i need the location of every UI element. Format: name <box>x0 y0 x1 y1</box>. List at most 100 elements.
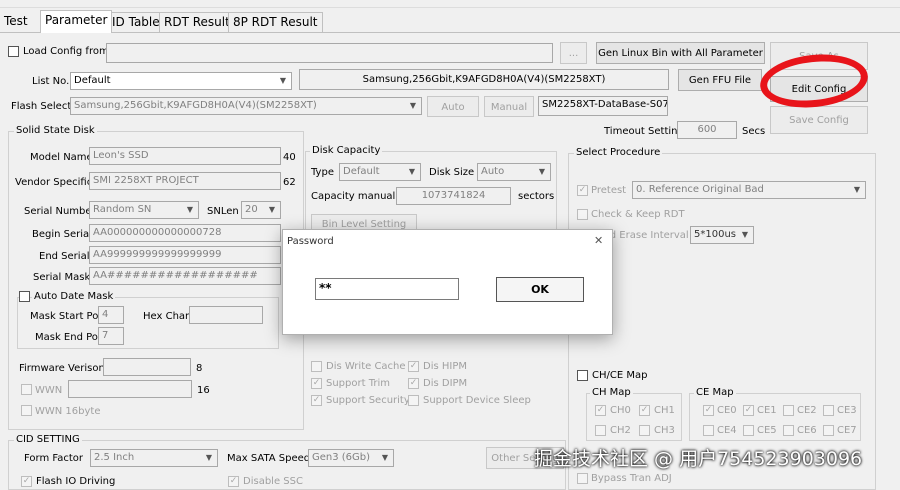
dis-dipm-checkbox[interactable]: ✓ <box>408 378 419 389</box>
list-no-select[interactable]: Default ▼ <box>70 72 292 90</box>
chce-map-label: CH/CE Map <box>592 370 648 381</box>
flash-info-field: Samsung,256Gbit,K9AFGD8H0A(V4)(SM2258XT) <box>299 69 669 90</box>
flash-io-label: Flash IO Driving <box>36 476 116 487</box>
model-name-length: 40 <box>283 152 296 163</box>
end-serial-field[interactable]: AA999999999999999999 <box>89 246 281 264</box>
ch0-checkbox[interactable]: ✓ <box>595 405 606 416</box>
database-field: SM2258XT-DataBase-S0701 <box>538 96 668 116</box>
hex-char-field[interactable] <box>189 306 263 324</box>
ch1-checkbox[interactable]: ✓ <box>639 405 650 416</box>
max-sata-select[interactable]: Gen3 (6Gb) ▼ <box>308 449 394 467</box>
wwn16-checkbox[interactable] <box>21 405 32 416</box>
disable-ssc-checkbox[interactable]: ✓ <box>228 476 239 487</box>
read-erase-select[interactable]: 5*100us ▼ <box>690 226 754 244</box>
vendor-specific-field[interactable]: SMI 2258XT PROJECT <box>89 172 281 190</box>
pretest-select[interactable]: 0. Reference Original Bad ▼ <box>632 181 866 199</box>
begin-serial-label: Begin Serial <box>32 229 92 240</box>
chevron-down-icon: ▼ <box>186 205 194 214</box>
tab-parameter[interactable]: Parameter <box>40 10 113 33</box>
support-trim-checkbox[interactable]: ✓ <box>311 378 322 389</box>
capacity-manual-field[interactable]: 1073741824 <box>396 187 511 205</box>
flash-io-checkbox[interactable]: ✓ <box>21 476 32 487</box>
load-config-checkbox[interactable] <box>8 46 19 57</box>
dis-write-cache-checkbox[interactable] <box>311 361 322 372</box>
ch2-label: CH2 <box>610 425 631 436</box>
support-trim-label: Support Trim <box>326 378 390 389</box>
chce-map-checkbox[interactable] <box>577 370 588 381</box>
ce4-checkbox[interactable] <box>703 425 714 436</box>
gen-ffu-button[interactable]: Gen FFU File <box>678 69 762 91</box>
disk-capacity-title: Disk Capacity <box>310 145 383 157</box>
ce5-checkbox[interactable] <box>743 425 754 436</box>
firmware-field[interactable] <box>103 358 191 376</box>
chevron-down-icon: ▼ <box>741 230 749 239</box>
flash-select-dropdown[interactable]: Samsung,256Gbit,K9AFGD8H0A(V4)(SM2258XT)… <box>70 97 422 115</box>
disk-type-select[interactable]: Default ▼ <box>339 163 421 181</box>
dis-write-cache-label: Dis Write Cache <box>326 361 406 372</box>
ch2-checkbox[interactable] <box>595 425 606 436</box>
mask-end-label: Mask End Pos <box>35 332 104 343</box>
disk-type-label: Type <box>311 167 334 178</box>
support-security-checkbox[interactable]: ✓ <box>311 395 322 406</box>
chevron-down-icon: ▼ <box>853 185 861 194</box>
wwn-field[interactable] <box>68 380 192 398</box>
end-serial-label: End Serial <box>39 251 90 262</box>
auto-button[interactable]: Auto <box>427 96 479 117</box>
password-input[interactable]: ** <box>315 278 459 300</box>
mask-start-label: Mask Start Pos <box>30 311 104 322</box>
ce1-checkbox[interactable]: ✓ <box>743 405 754 416</box>
dis-hipm-checkbox[interactable]: ✓ <box>408 361 419 372</box>
serial-number-label: Serial Number <box>24 206 96 217</box>
snlen-select[interactable]: 20 ▼ <box>241 201 281 219</box>
save-config-button[interactable]: Save Config <box>770 106 868 134</box>
ce4-label: CE4 <box>717 425 737 436</box>
snlen-label: SNLen <box>207 206 239 217</box>
timeout-field[interactable]: 600 <box>677 121 737 139</box>
bypass-tran-checkbox[interactable] <box>577 473 588 484</box>
form-factor-value: 2.5 Inch <box>94 452 135 463</box>
ce2-checkbox[interactable] <box>783 405 794 416</box>
support-sleep-checkbox[interactable] <box>408 395 419 406</box>
pretest-checkbox[interactable]: ✓ <box>577 185 588 196</box>
capacity-manual-label: Capacity manually <box>311 191 405 202</box>
tab-8p-rdt-result[interactable]: 8P RDT Result <box>228 12 323 32</box>
tab-rdt-result[interactable]: RDT Result <box>159 12 235 32</box>
chevron-down-icon: ▼ <box>279 76 287 85</box>
read-erase-value: 5*100us <box>694 229 736 240</box>
ce3-checkbox[interactable] <box>823 405 834 416</box>
auto-date-mask-checkbox[interactable] <box>19 291 30 302</box>
ce0-checkbox[interactable]: ✓ <box>703 405 714 416</box>
model-name-field[interactable]: Leon's SSD <box>89 147 281 165</box>
tab-id-table[interactable]: ID Table <box>107 12 165 32</box>
begin-serial-field[interactable]: AA000000000000000728 <box>89 224 281 242</box>
gen-linux-bin-button[interactable]: Gen Linux Bin with All Parameter <box>596 42 765 64</box>
check-keep-rdt-checkbox[interactable] <box>577 209 588 220</box>
check-keep-rdt-label: Check & Keep RDT <box>591 209 685 220</box>
support-sleep-label: Support Device Sleep <box>423 395 531 406</box>
tab-test[interactable]: Test <box>0 12 32 32</box>
close-icon[interactable]: ✕ <box>594 235 603 247</box>
form-factor-select[interactable]: 2.5 Inch ▼ <box>90 449 218 467</box>
mask-end-field[interactable]: 7 <box>98 327 124 345</box>
browse-button[interactable]: ... <box>560 42 587 64</box>
disable-ssc-label: Disable SSC <box>243 476 303 487</box>
serial-number-select[interactable]: Random SN ▼ <box>89 201 199 219</box>
manual-button[interactable]: Manual <box>484 96 534 117</box>
chevron-down-icon: ▼ <box>205 453 213 462</box>
mask-start-field[interactable]: 4 <box>98 306 124 324</box>
ce6-checkbox[interactable] <box>783 425 794 436</box>
ok-button[interactable]: OK <box>496 277 584 302</box>
chevron-down-icon: ▼ <box>268 205 276 214</box>
select-procedure-title: Select Procedure <box>574 147 663 159</box>
disk-size-select[interactable]: Auto ▼ <box>477 163 551 181</box>
ch3-checkbox[interactable] <box>639 425 650 436</box>
serial-mask-field[interactable]: AA################## <box>89 267 281 285</box>
vendor-specific-length: 62 <box>283 177 296 188</box>
ch-map-title: CH Map <box>590 387 633 399</box>
config-path-field[interactable] <box>106 43 553 63</box>
wwn-checkbox[interactable] <box>21 384 32 395</box>
chevron-down-icon: ▼ <box>381 453 389 462</box>
load-config-label: Load Config from <box>23 46 109 57</box>
ce7-checkbox[interactable] <box>823 425 834 436</box>
wwn16-label: WWN 16byte <box>35 406 101 417</box>
